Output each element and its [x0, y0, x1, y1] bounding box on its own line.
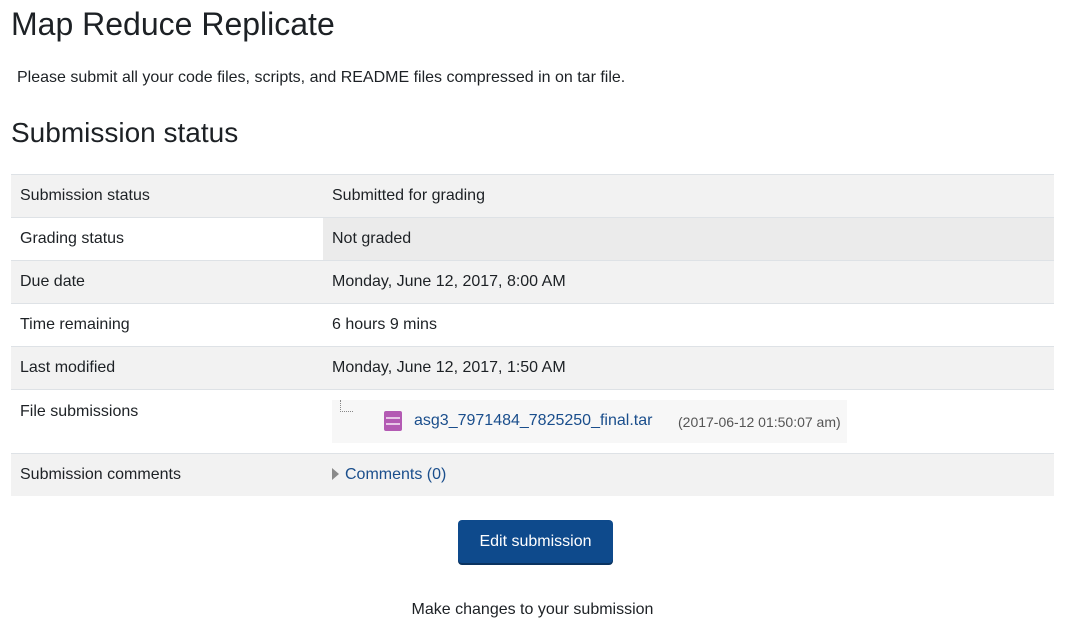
expand-caret-icon[interactable] — [332, 467, 339, 480]
grading-status-label: Grading status — [20, 230, 125, 247]
file-tree: asg3_7971484_7825250_final.tar (2017-06-… — [332, 400, 847, 443]
file-timestamp: (2017-06-12 01:50:07 am) — [678, 414, 841, 430]
submission-status-heading: Submission status — [11, 117, 239, 148]
last-modified-value: Monday, June 12, 2017, 1:50 AM — [332, 359, 566, 376]
time-remaining-label: Time remaining — [20, 316, 130, 333]
row-submission-status: Submission status Submitted for grading — [11, 174, 1054, 218]
submission-status-table: Submission status Submitted for grading … — [11, 174, 1054, 496]
row-last-modified: Last modified Monday, June 12, 2017, 1:5… — [11, 346, 1054, 390]
edit-submission-help: Make changes to your submission — [411, 601, 654, 618]
submission-status-value: Submitted for grading — [332, 187, 485, 204]
submission-comments-value: Comments (0) — [323, 454, 1054, 497]
grading-status-value: Not graded — [323, 217, 1054, 261]
edit-submission-button[interactable]: Edit submission — [458, 520, 613, 563]
due-date-label: Due date — [20, 273, 85, 290]
tree-connector — [340, 400, 353, 412]
file-submissions-value: asg3_7971484_7825250_final.tar (2017-06-… — [323, 390, 1054, 454]
archive-file-icon — [384, 411, 402, 431]
page-title: Map Reduce Replicate — [11, 6, 335, 42]
submission-status-label: Submission status — [20, 187, 150, 204]
file-submissions-label: File submissions — [20, 403, 139, 420]
comments-link[interactable]: Comments (0) — [345, 466, 446, 483]
row-due-date: Due date Monday, June 12, 2017, 8:00 AM — [11, 260, 1054, 304]
row-submission-comments: Submission comments Comments (0) — [11, 453, 1054, 497]
row-file-submissions: File submissions asg3_7971484_7825250_fi… — [11, 389, 1054, 454]
last-modified-label: Last modified — [20, 359, 116, 376]
due-date-value: Monday, June 12, 2017, 8:00 AM — [332, 273, 566, 290]
submission-comments-label: Submission comments — [20, 466, 181, 483]
assignment-description: Please submit all your code files, scrip… — [17, 69, 626, 86]
row-time-remaining: Time remaining 6 hours 9 mins — [11, 303, 1054, 347]
row-grading-status: Grading status Not graded — [11, 217, 1054, 261]
submitted-file-link[interactable]: asg3_7971484_7825250_final.tar — [414, 410, 652, 432]
time-remaining-value: 6 hours 9 mins — [332, 316, 437, 333]
